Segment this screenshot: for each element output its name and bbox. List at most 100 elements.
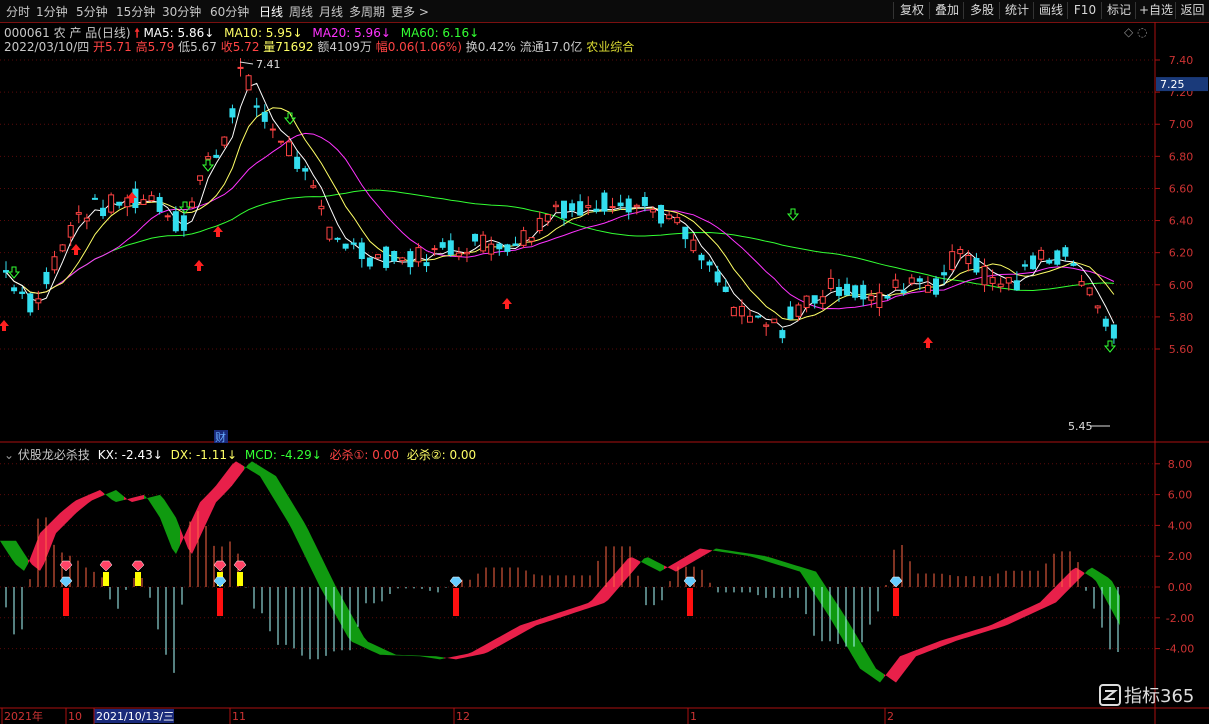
diamond-icon bbox=[99, 560, 113, 572]
kline-chart[interactable]: 7.415.45 7.407.207.006.806.606.406.206.0… bbox=[0, 0, 1209, 724]
indicator-ribbon bbox=[484, 643, 488, 654]
candle-body bbox=[981, 265, 988, 286]
indicator-ribbon bbox=[884, 672, 888, 678]
candle-body bbox=[51, 256, 58, 271]
candle-body bbox=[803, 295, 810, 309]
candle-body bbox=[658, 204, 665, 224]
indicator-ribbon bbox=[716, 548, 720, 552]
indicator-ribbon bbox=[684, 555, 688, 567]
axes: 7.407.207.006.806.606.406.206.005.805.60… bbox=[0, 22, 1209, 724]
candle-body bbox=[488, 243, 495, 255]
indicator-tick-label: 2.00 bbox=[1168, 550, 1193, 563]
candle-body bbox=[148, 195, 155, 202]
price-tick-label: 6.40 bbox=[1169, 215, 1194, 228]
indicator-ribbon bbox=[880, 671, 884, 683]
indicator-ribbon bbox=[396, 654, 400, 656]
diamond-icon bbox=[213, 576, 227, 588]
indicator-ribbon bbox=[608, 576, 612, 601]
candle-body bbox=[528, 237, 535, 242]
indicator-ribbon bbox=[128, 497, 132, 503]
kill-signal-bar bbox=[63, 588, 69, 616]
indicator-ribbon bbox=[556, 612, 560, 619]
indicator-ribbon bbox=[176, 517, 180, 555]
kill-signal-bar bbox=[453, 588, 459, 616]
indicator-ribbon bbox=[988, 624, 992, 632]
indicator-ribbon bbox=[404, 655, 408, 656]
indicator-ribbon bbox=[540, 617, 544, 625]
diamond-icon bbox=[213, 560, 227, 572]
indicator-ribbon bbox=[284, 489, 288, 523]
indicator-ribbon bbox=[724, 549, 728, 553]
candle-body bbox=[180, 215, 187, 231]
indicator-ribbon bbox=[780, 560, 784, 567]
indicator-ribbon bbox=[960, 633, 964, 640]
candle-body bbox=[641, 196, 648, 207]
candle-body bbox=[189, 201, 195, 208]
indicator-ribbon bbox=[640, 558, 644, 564]
indicator-ribbon bbox=[580, 604, 584, 611]
candle-body bbox=[480, 234, 487, 252]
indicator-ribbon bbox=[60, 509, 64, 530]
indicator-ribbon bbox=[992, 622, 996, 630]
price-tick-label: 6.80 bbox=[1169, 150, 1194, 163]
candle-body bbox=[383, 246, 390, 268]
candle-body bbox=[286, 141, 293, 157]
indicator-ribbon bbox=[708, 549, 712, 554]
indicator-ribbon bbox=[200, 498, 204, 537]
candle-body bbox=[771, 318, 778, 324]
indicator-ribbon bbox=[648, 557, 652, 568]
candle-body bbox=[601, 192, 608, 212]
indicator-ribbon bbox=[668, 564, 672, 570]
indicator-ribbon bbox=[1040, 598, 1044, 610]
sell-arrow-icon bbox=[786, 208, 800, 221]
candle-body bbox=[1110, 324, 1117, 339]
indicator-ribbon bbox=[500, 634, 504, 646]
candle-body bbox=[245, 75, 252, 91]
indicator-ribbon bbox=[1104, 574, 1108, 604]
time-label: 11 bbox=[232, 710, 246, 723]
indicator-ribbon bbox=[864, 648, 868, 675]
indicator-ribbon bbox=[444, 657, 448, 659]
indicator-ribbon bbox=[48, 521, 52, 554]
indicator-ribbon bbox=[972, 629, 976, 636]
indicator-ribbon bbox=[224, 469, 228, 495]
candle-body bbox=[819, 296, 826, 304]
candle-body bbox=[140, 199, 147, 205]
indicator-ribbon bbox=[204, 494, 208, 529]
candle-body bbox=[722, 286, 729, 292]
indicator-ribbon bbox=[764, 555, 768, 562]
indicator-tick-label: -4.00 bbox=[1166, 643, 1194, 656]
indicator-ribbon bbox=[296, 508, 300, 546]
indicator-ribbon bbox=[52, 517, 56, 544]
candle-body bbox=[892, 279, 899, 288]
indicator-ribbon bbox=[180, 527, 184, 546]
candle-body bbox=[520, 230, 527, 246]
candle-body bbox=[649, 209, 656, 213]
indicator-ribbon bbox=[680, 557, 684, 570]
candle-body bbox=[1005, 277, 1012, 284]
candle-body bbox=[326, 226, 333, 240]
candlesticks: 7.41 5.45 bbox=[3, 58, 1117, 433]
candle-body bbox=[1062, 247, 1069, 257]
candle-body bbox=[19, 291, 26, 295]
indicator-ribbon bbox=[952, 635, 956, 643]
kill-signal-bar bbox=[135, 572, 141, 586]
indicator-ribbon bbox=[704, 549, 708, 556]
indicator-ribbon bbox=[376, 645, 380, 655]
candle-body bbox=[730, 306, 737, 317]
indicator-ribbon bbox=[380, 647, 384, 655]
indicator-ribbon bbox=[16, 540, 20, 568]
indicator-ribbon bbox=[588, 600, 592, 609]
indicator-ribbon bbox=[896, 656, 900, 683]
indicator-ribbon bbox=[480, 645, 484, 655]
indicator-ribbon bbox=[1052, 586, 1056, 605]
indicator-ribbon bbox=[1088, 567, 1092, 578]
candle-body bbox=[318, 205, 325, 210]
indicator-ribbon bbox=[728, 550, 732, 554]
ma5-line bbox=[5, 82, 1115, 328]
candle-body bbox=[35, 298, 42, 304]
indicator-ribbon bbox=[120, 493, 124, 502]
candle-body bbox=[156, 197, 163, 212]
candle-body bbox=[625, 198, 632, 213]
indicator-ribbon bbox=[164, 499, 168, 539]
